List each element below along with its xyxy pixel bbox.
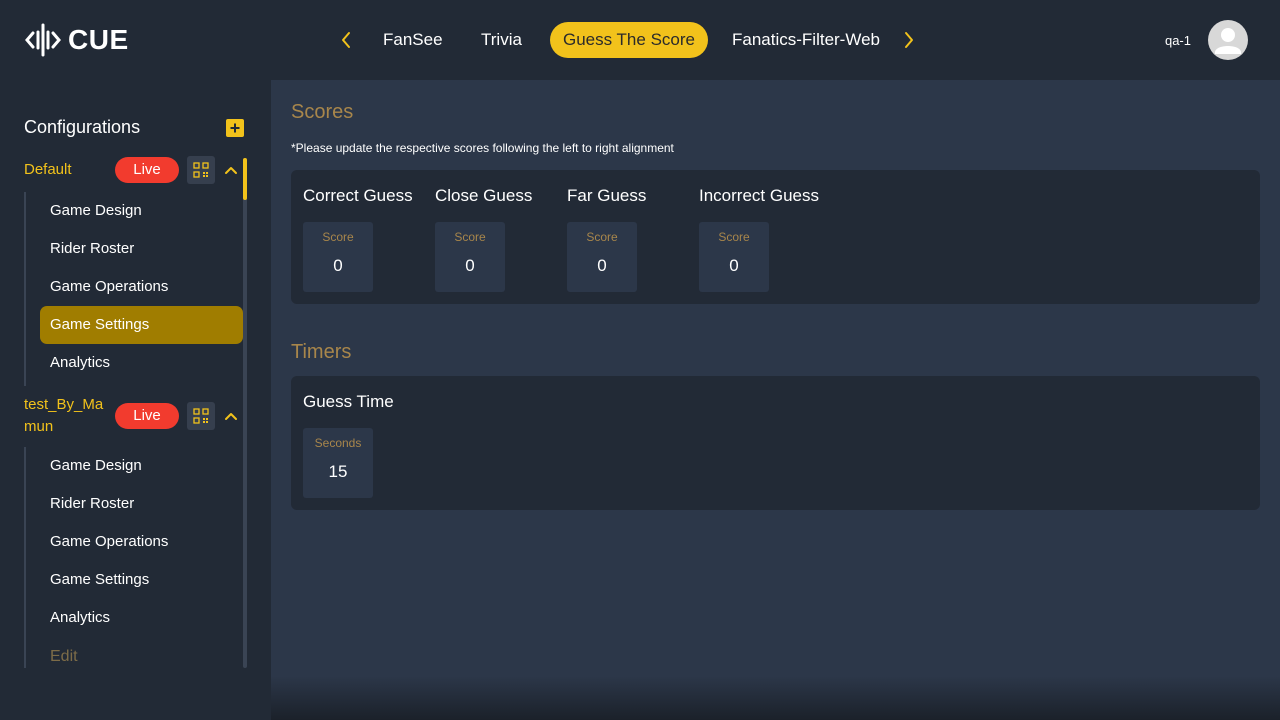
top-bar: CUE FanSee Trivia Guess The Score Fanati… <box>0 0 1280 80</box>
field-label-guess-time: Guess Time <box>303 392 394 411</box>
input-caption: Score <box>586 230 618 244</box>
far-guess-score-input[interactable]: Score 0 <box>567 222 637 292</box>
sidebar-item-rider-roster[interactable]: Rider Roster <box>40 230 243 268</box>
timers-card: Guess Time Seconds 15 <box>291 376 1260 510</box>
close-guess-score-input[interactable]: Score 0 <box>435 222 505 292</box>
config-name-default[interactable]: Default <box>24 159 72 181</box>
sidebar-item-game-design[interactable]: Game Design <box>40 447 243 485</box>
sidebar-item-rider-roster[interactable]: Rider Roster <box>40 485 243 523</box>
sidebar-item-game-settings[interactable]: Game Settings <box>40 306 243 344</box>
collapse-config-button[interactable] <box>223 162 239 178</box>
config-name-line: mun <box>24 418 54 435</box>
sidebar-scrollbar-thumb[interactable] <box>243 158 247 200</box>
input-caption: Score <box>322 230 354 244</box>
chevron-up-icon <box>225 167 237 174</box>
input-caption: Score <box>454 230 486 244</box>
nav-next-button[interactable] <box>897 28 921 52</box>
sidebar-item-game-operations[interactable]: Game Operations <box>40 523 243 561</box>
qr-code-icon <box>193 408 209 424</box>
edit-link[interactable]: Edit <box>50 648 78 666</box>
input-value: 0 <box>465 256 475 275</box>
config-name-test-by-mamun[interactable]: test_By_Ma mun <box>24 394 103 438</box>
input-value: 0 <box>333 256 343 275</box>
input-value: 0 <box>597 256 607 275</box>
submenu-guide-line <box>24 447 26 668</box>
field-label-far-guess: Far Guess <box>567 186 647 205</box>
qr-code-button[interactable] <box>187 402 215 430</box>
sidebar-item-game-settings[interactable]: Game Settings <box>40 561 243 599</box>
sidebar-scrollbar[interactable] <box>243 158 247 668</box>
sidebar-item-game-design[interactable]: Game Design <box>40 192 243 230</box>
field-label-close-guess: Close Guess <box>435 186 533 205</box>
input-caption: Seconds <box>314 436 362 450</box>
scores-note: *Please update the respective scores fol… <box>291 141 674 155</box>
sidebar-item-analytics[interactable]: Analytics <box>40 599 243 637</box>
waveform-logo-icon <box>25 23 61 57</box>
collapse-config-button[interactable] <box>223 408 239 424</box>
user-avatar-icon <box>1215 28 1241 54</box>
sidebar: Configurations Default Live Game Design … <box>0 80 271 720</box>
add-configuration-button[interactable] <box>226 119 244 137</box>
tab-guess-the-score[interactable]: Guess The Score <box>550 22 708 58</box>
tab-trivia[interactable]: Trivia <box>481 22 522 58</box>
scores-card: Correct Guess Score 0 Close Guess Score … <box>291 170 1260 304</box>
main-content: Scores *Please update the respective sco… <box>271 80 1280 720</box>
scores-section-title: Scores <box>291 101 354 123</box>
app-logo[interactable]: CUE <box>24 22 129 58</box>
bottom-fade <box>271 676 1280 720</box>
chevron-left-icon <box>342 32 350 48</box>
field-label-incorrect-guess: Incorrect Guess <box>699 186 819 205</box>
submenu-guide-line <box>24 192 26 386</box>
live-badge[interactable]: Live <box>115 157 179 183</box>
input-value: 0 <box>729 256 739 275</box>
guess-time-seconds-input[interactable]: Seconds 15 <box>303 428 373 498</box>
sidebar-item-game-operations[interactable]: Game Operations <box>40 268 243 306</box>
user-name: qa-1 <box>1164 33 1191 48</box>
sidebar-item-analytics[interactable]: Analytics <box>40 344 243 382</box>
nav-prev-button[interactable] <box>334 28 358 52</box>
chevron-right-icon <box>905 32 913 48</box>
plus-icon <box>230 123 240 133</box>
correct-guess-score-input[interactable]: Score 0 <box>303 222 373 292</box>
input-value: 15 <box>328 462 348 481</box>
incorrect-guess-score-input[interactable]: Score 0 <box>699 222 769 292</box>
input-caption: Score <box>718 230 750 244</box>
field-label-correct-guess: Correct Guess <box>303 186 413 205</box>
qr-code-icon <box>193 162 209 178</box>
sidebar-title: Configurations <box>24 117 141 137</box>
tab-fansee[interactable]: FanSee <box>383 22 443 58</box>
logo-text: CUE <box>68 24 129 55</box>
tab-fanatics-filter-web[interactable]: Fanatics-Filter-Web <box>732 22 880 58</box>
config-name-line: test_By_Ma <box>24 396 104 413</box>
chevron-up-icon <box>225 413 237 420</box>
qr-code-button[interactable] <box>187 156 215 184</box>
live-badge[interactable]: Live <box>115 403 179 429</box>
user-avatar-button[interactable] <box>1208 20 1248 60</box>
timers-section-title: Timers <box>291 341 352 363</box>
